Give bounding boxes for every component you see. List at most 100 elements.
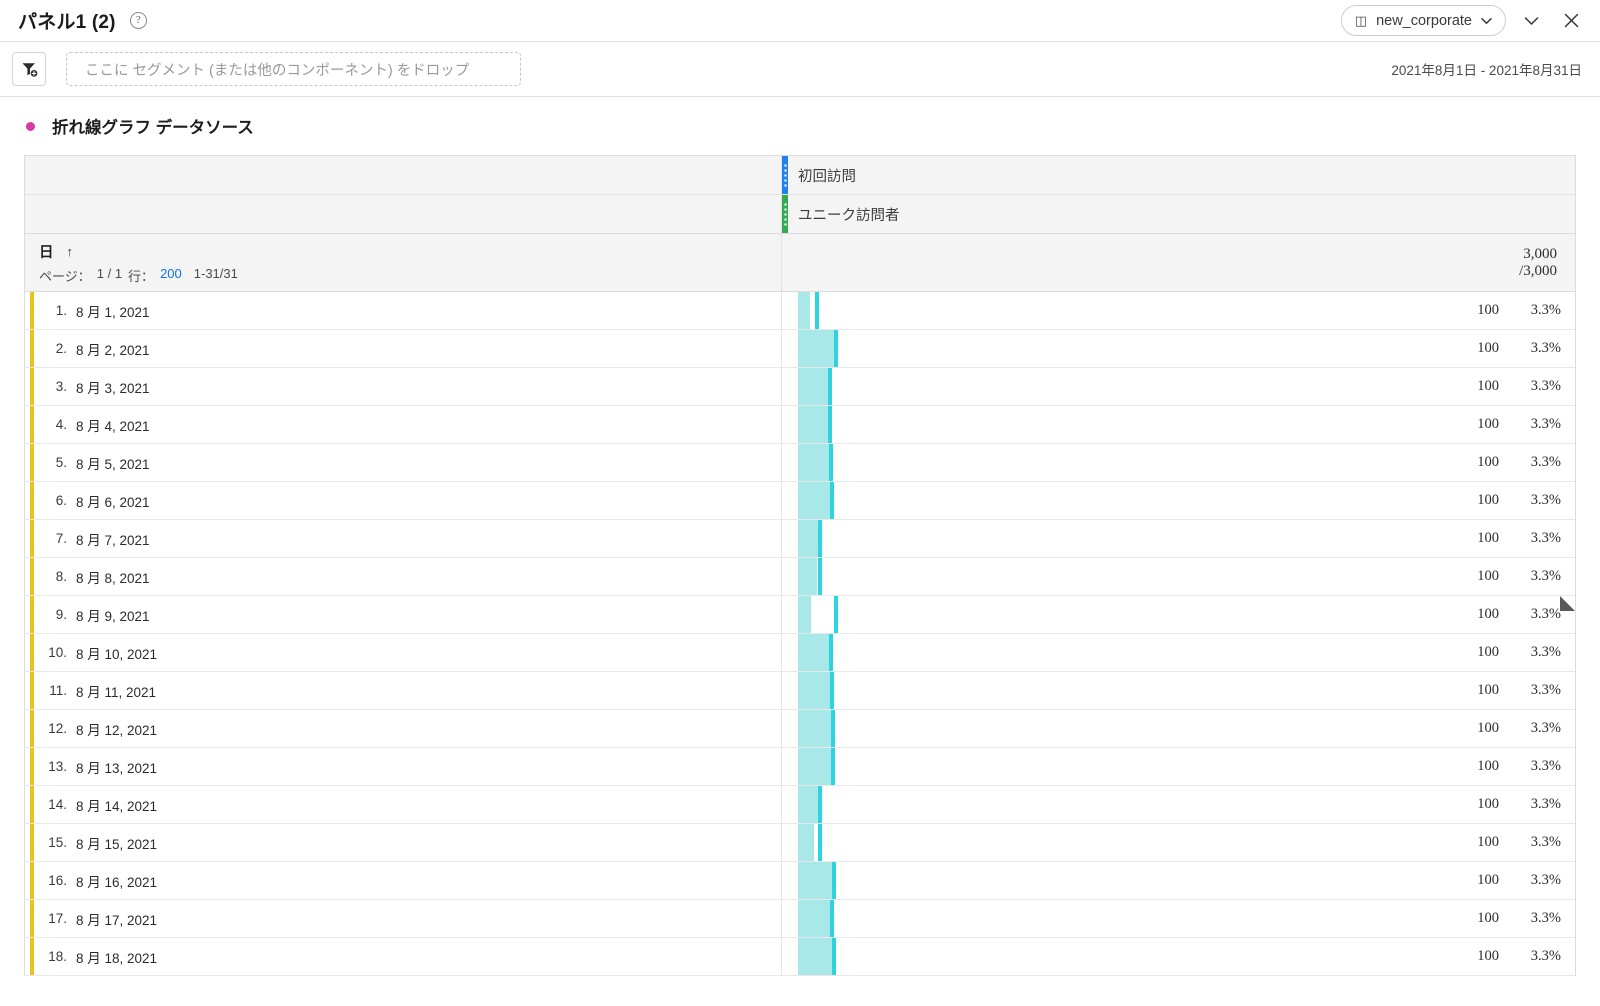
row-bar-marker <box>830 672 834 709</box>
row-dimension-value[interactable]: 8 月 8, 2021 <box>76 567 150 587</box>
row-metric-value: 100 <box>1477 758 1499 774</box>
table-row[interactable]: 15. 8 月 15, 2021 100 3.3% <box>25 824 1575 862</box>
row-dimension-value[interactable]: 8 月 18, 2021 <box>76 947 157 967</box>
row-bar-marker <box>834 596 838 633</box>
row-bar-marker <box>818 824 822 861</box>
table-row[interactable]: 12. 8 月 12, 2021 100 3.3% <box>25 710 1575 748</box>
page-value: 1 / 1 <box>96 266 123 281</box>
close-icon[interactable] <box>1556 6 1586 36</box>
table-row[interactable]: 2. 8 月 2, 2021 100 3.3% <box>25 330 1575 368</box>
row-bar-marker <box>829 634 833 671</box>
row-bar-fill <box>798 748 832 785</box>
row-chart-cell: 100 3.3% <box>782 672 1575 709</box>
title-bar: パネル1 (2) ? ◫ new_corporate <box>0 0 1600 42</box>
table-row[interactable]: 16. 8 月 16, 2021 100 3.3% <box>25 862 1575 900</box>
segment-toolbar: ここに セグメント (または他のコンポーネント) をドロップ 2021年8月1日… <box>0 42 1600 97</box>
row-label-cell: 10. 8 月 10, 2021 <box>25 634 782 671</box>
sort-ascending-icon[interactable]: ↑ <box>67 244 74 259</box>
row-dimension-value[interactable]: 8 月 14, 2021 <box>76 795 157 815</box>
row-metric-percent: 3.3% <box>1530 720 1561 736</box>
table-row[interactable]: 11. 8 月 11, 2021 100 3.3% <box>25 672 1575 710</box>
row-values: 100 3.3% <box>1413 520 1575 557</box>
table-row[interactable]: 3. 8 月 3, 2021 100 3.3% <box>25 368 1575 406</box>
row-range-label: 1-31/31 <box>193 266 238 281</box>
row-dimension-value[interactable]: 8 月 13, 2021 <box>76 757 157 777</box>
row-index: 16. <box>48 873 67 888</box>
metric-name[interactable]: 初回訪問 <box>798 165 856 186</box>
row-dimension-value[interactable]: 8 月 5, 2021 <box>76 453 150 473</box>
metric-header-group: 初回訪問ユニーク訪問者 <box>25 156 1575 234</box>
rows-label: 行： <box>128 269 155 284</box>
row-dimension-value[interactable]: 8 月 2, 2021 <box>76 339 150 359</box>
metric-drag-handle[interactable] <box>782 195 788 233</box>
row-metric-percent: 3.3% <box>1530 416 1561 432</box>
row-metric-percent: 3.3% <box>1530 492 1561 508</box>
row-values: 100 3.3% <box>1413 900 1575 937</box>
row-dimension-value[interactable]: 8 月 3, 2021 <box>76 377 150 397</box>
row-index: 11. <box>49 683 67 698</box>
row-dimension-value[interactable]: 8 月 1, 2021 <box>76 301 150 321</box>
row-metric-value: 100 <box>1477 644 1499 660</box>
row-label-cell: 9. 8 月 9, 2021 <box>25 596 782 633</box>
segment-dropzone[interactable]: ここに セグメント (または他のコンポーネント) をドロップ <box>66 52 521 86</box>
rows-per-page-link[interactable]: 200 <box>160 266 182 285</box>
table-row[interactable]: 1. 8 月 1, 2021 100 3.3% <box>25 292 1575 330</box>
row-bar-fill <box>798 558 817 595</box>
table-row[interactable]: 9. 8 月 9, 2021 100 3.3% <box>25 596 1575 634</box>
row-chart-cell: 100 3.3% <box>782 596 1575 633</box>
metric-header-row: 初回訪問 <box>25 156 1575 195</box>
row-dimension-value[interactable]: 8 月 9, 2021 <box>76 605 150 625</box>
metric-header-spacer <box>25 195 782 233</box>
row-values: 100 3.3% <box>1413 710 1575 747</box>
row-index: 5. <box>55 455 67 470</box>
total-value: 3,000 <box>1523 246 1557 262</box>
row-chart-cell: 100 3.3% <box>782 786 1575 823</box>
question-circle-icon[interactable]: ? <box>129 12 147 29</box>
row-index: 6. <box>55 493 67 508</box>
metric-drag-handle[interactable] <box>782 156 788 194</box>
table-row[interactable]: 18. 8 月 18, 2021 100 3.3% <box>25 938 1575 976</box>
filter-add-icon[interactable] <box>12 52 46 86</box>
row-metric-value: 100 <box>1477 492 1499 508</box>
table-row[interactable]: 4. 8 月 4, 2021 100 3.3% <box>25 406 1575 444</box>
table-row[interactable]: 17. 8 月 17, 2021 100 3.3% <box>25 900 1575 938</box>
table-row[interactable]: 10. 8 月 10, 2021 100 3.3% <box>25 634 1575 672</box>
dimension-name[interactable]: 日 <box>39 241 54 262</box>
table-row[interactable]: 13. 8 月 13, 2021 100 3.3% <box>25 748 1575 786</box>
collapse-panel-button[interactable] <box>1516 6 1546 36</box>
row-bar-fill <box>798 444 830 481</box>
datasource-selector[interactable]: ◫ new_corporate <box>1340 5 1506 36</box>
row-dimension-value[interactable]: 8 月 17, 2021 <box>76 909 157 929</box>
row-index: 13. <box>48 759 67 774</box>
row-metric-value: 100 <box>1477 340 1499 356</box>
row-metric-percent: 3.3% <box>1530 454 1561 470</box>
row-dimension-value[interactable]: 8 月 4, 2021 <box>76 415 150 435</box>
row-dimension-value[interactable]: 8 月 16, 2021 <box>76 871 157 891</box>
row-chart-cell: 100 3.3% <box>782 368 1575 405</box>
table-row[interactable]: 14. 8 月 14, 2021 100 3.3% <box>25 786 1575 824</box>
row-label-cell: 6. 8 月 6, 2021 <box>25 482 782 519</box>
row-values: 100 3.3% <box>1413 558 1575 595</box>
row-values: 100 3.3% <box>1413 406 1575 443</box>
row-dimension-value[interactable]: 8 月 7, 2021 <box>76 529 150 549</box>
table-row[interactable]: 8. 8 月 8, 2021 100 3.3% <box>25 558 1575 596</box>
row-metric-value: 100 <box>1477 302 1499 318</box>
table-row[interactable]: 5. 8 月 5, 2021 100 3.3% <box>25 444 1575 482</box>
row-dimension-value[interactable]: 8 月 11, 2021 <box>76 681 156 701</box>
panel-header: 折れ線グラフ データソース <box>0 97 1600 147</box>
date-range-label[interactable]: 2021年8月1日 - 2021年8月31日 <box>1391 59 1586 79</box>
row-dimension-value[interactable]: 8 月 15, 2021 <box>76 833 157 853</box>
row-bar-marker <box>818 558 822 595</box>
row-bar-marker <box>831 710 835 747</box>
row-metric-value: 100 <box>1477 872 1499 888</box>
row-dimension-value[interactable]: 8 月 6, 2021 <box>76 491 150 511</box>
table-row[interactable]: 6. 8 月 6, 2021 100 3.3% <box>25 482 1575 520</box>
row-chart-cell: 100 3.3% <box>782 292 1575 329</box>
row-dimension-value[interactable]: 8 月 10, 2021 <box>76 643 157 663</box>
table-row[interactable]: 7. 8 月 7, 2021 100 3.3% <box>25 520 1575 558</box>
metric-name[interactable]: ユニーク訪問者 <box>798 204 900 225</box>
row-metric-percent: 3.3% <box>1530 644 1561 660</box>
row-index: 12. <box>48 721 67 736</box>
row-dimension-value[interactable]: 8 月 12, 2021 <box>76 719 157 739</box>
row-values: 100 3.3% <box>1413 672 1575 709</box>
